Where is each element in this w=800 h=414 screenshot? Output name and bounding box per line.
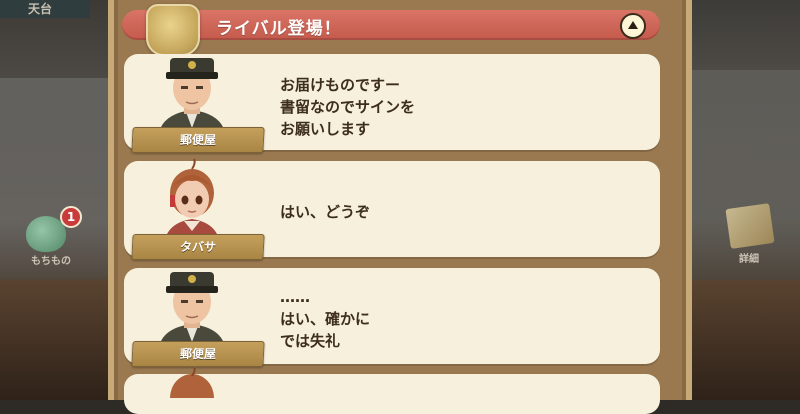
title-bar: ライバル登場！ — [122, 10, 660, 40]
background-counter-left — [0, 280, 112, 400]
speaker-nameplate: 郵便屋 — [131, 341, 265, 367]
speaker-nameplate: タバサ — [131, 234, 265, 260]
dialogue-card: 郵便屋 …… はい、確かに では失礼 — [124, 268, 660, 367]
dialogue-card: 郵便屋 お届けものですー 書留なのでサインを お願いします — [124, 54, 660, 153]
book-icon — [725, 203, 775, 249]
background-counter-right — [688, 280, 800, 400]
speaker-name: 郵便屋 — [179, 347, 217, 361]
speaker-nameplate: 郵便屋 — [131, 127, 265, 153]
dialogue-text: …… はい、確かに では失礼 — [280, 288, 371, 350]
background-location-label: 天台 — [0, 0, 90, 18]
dialogue-card-partial — [124, 368, 660, 414]
dialogue-text: お届けものですー 書留なのでサインを お願いします — [280, 76, 416, 138]
items-button[interactable]: 1 もちもの — [20, 206, 82, 268]
notification-badge: 1 — [60, 206, 82, 228]
dialogue-card: タバサ はい、どうぞ — [124, 158, 660, 260]
postman-portrait — [150, 262, 234, 352]
details-label: 詳細 — [739, 254, 759, 265]
chevron-up-icon[interactable] — [620, 13, 646, 39]
dialogue-text: はい、どうぞ — [280, 203, 371, 221]
postman-portrait — [150, 48, 234, 138]
tabatha-portrait — [170, 368, 214, 398]
tabatha-portrait — [150, 155, 234, 245]
speaker-name: タバサ — [179, 240, 217, 254]
log-title: ライバル登場！ — [216, 19, 342, 39]
location-label-text: 天台 — [28, 2, 53, 16]
details-button[interactable]: 詳細 — [718, 200, 780, 270]
speaker-name: 郵便屋 — [179, 133, 217, 147]
items-label: もちもの — [31, 256, 71, 267]
